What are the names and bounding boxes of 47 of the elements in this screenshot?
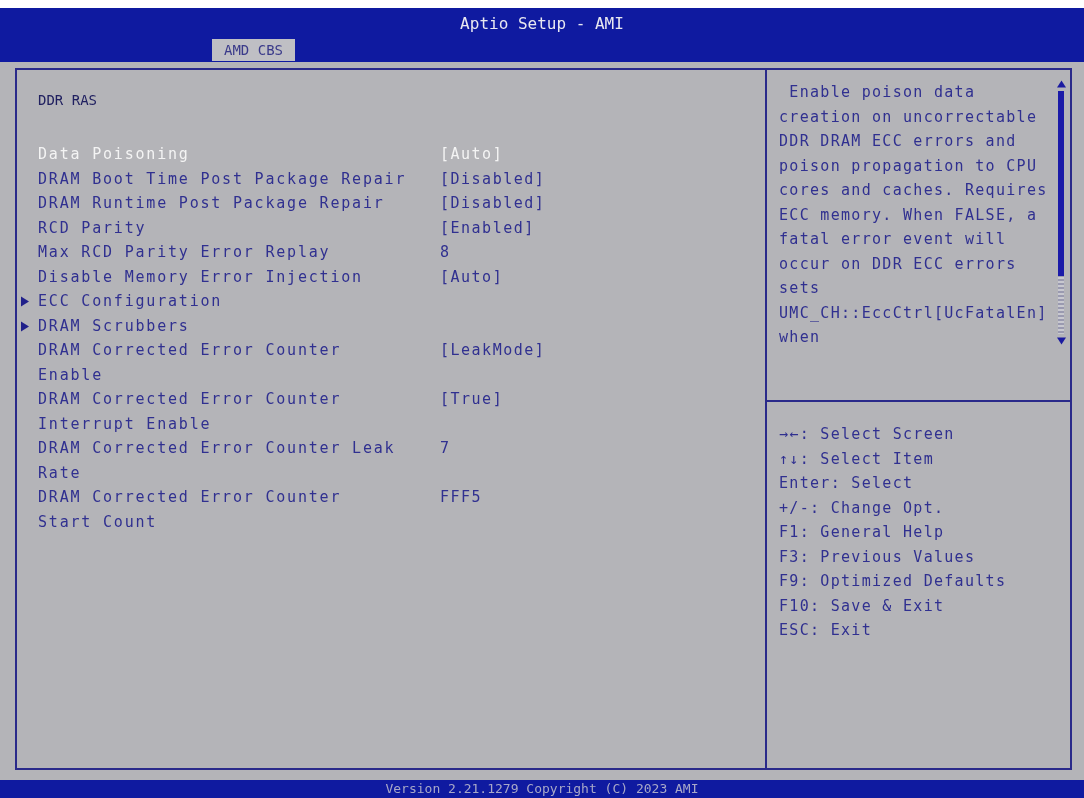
help-text-line: sets <box>779 278 822 299</box>
key-help-line: ↑↓: Select Item <box>779 448 935 470</box>
key-help-line: ESC: Exit <box>779 620 873 641</box>
setting-value[interactable]: [True] <box>440 387 504 412</box>
help-text-line: creation on uncorrectable <box>779 106 1039 128</box>
help-text-line: ECC memory. When FALSE, a <box>779 204 1039 226</box>
key-help-line: →←: Select Screen <box>779 424 956 445</box>
version-text: Version 2.21.1279 Copyright (C) 2023 AMI <box>385 781 699 796</box>
setting-value[interactable]: [Enabled] <box>440 215 535 240</box>
tab[interactable]: AMD CBS <box>212 39 295 61</box>
section-title: DDR RAS <box>38 92 98 110</box>
submenu-arrow-icon <box>21 296 29 307</box>
setting-value[interactable]: [LeakMode] <box>440 338 546 363</box>
setting-value[interactable]: [Auto] <box>440 264 504 289</box>
help-text-line: occur on DDR ECC errors <box>779 253 1018 275</box>
key-help-line: +/-: Change Opt. <box>779 497 946 519</box>
help-text-line: fatal error event will <box>779 229 1008 250</box>
key-help-line: F3: Previous Values <box>779 546 977 568</box>
setting-value[interactable]: 8 <box>440 240 451 265</box>
help-text-line: when <box>779 327 822 348</box>
help-text-line: Enable poison data <box>788 82 977 103</box>
help-text-line: DDR DRAM ECC errors and <box>779 131 1018 152</box>
setting-value[interactable]: 7 <box>440 436 451 461</box>
scroll-bar[interactable] <box>1056 80 1066 345</box>
setting-label[interactable]: Max RCD Parity Error Replay <box>38 240 408 265</box>
setting-label[interactable]: DRAM Runtime Post Package Repair <box>38 191 408 216</box>
setting-label[interactable]: DRAM Corrected Error Counter Leak Rate <box>38 436 408 485</box>
submenu-item[interactable]: ECC Configuration <box>38 289 408 314</box>
help-text-line: UMC_CH::EccCtrl[UcFatalEn] <box>779 302 1049 324</box>
key-help-line: Enter: Select <box>779 473 915 494</box>
key-help-line: F10: Save & Exit <box>779 595 946 617</box>
setting-label[interactable]: DRAM Boot Time Post Package Repair <box>38 166 408 191</box>
setting-value[interactable]: FFF5 <box>440 485 483 510</box>
submenu-arrow-icon <box>21 320 29 332</box>
key-help-line: F9: Optimized Defaults <box>779 571 1008 592</box>
setting-label[interactable]: DRAM Corrected Error Counter Interrupt Enable <box>38 387 408 436</box>
window-title: Aptio Setup - AMI <box>460 14 624 33</box>
setting-label[interactable]: DRAM Corrected Error Counter Enable <box>38 338 408 387</box>
setting-label[interactable]: RCD Parity <box>38 215 408 240</box>
help-text-line: cores and caches. Requires <box>779 180 1049 201</box>
help-text-line: poison propagation to CPU <box>779 155 1039 177</box>
submenu-item[interactable]: DRAM Scrubbers <box>38 313 408 338</box>
setting-value[interactable]: [Disabled] <box>440 191 546 216</box>
key-help-line: F1: General Help <box>779 522 946 543</box>
setting-value[interactable]: [Disabled] <box>440 166 546 191</box>
setting-label[interactable]: Disable Memory Error Injection <box>38 264 408 289</box>
setting-label[interactable]: DRAM Corrected Error Counter Start Count <box>38 485 408 534</box>
